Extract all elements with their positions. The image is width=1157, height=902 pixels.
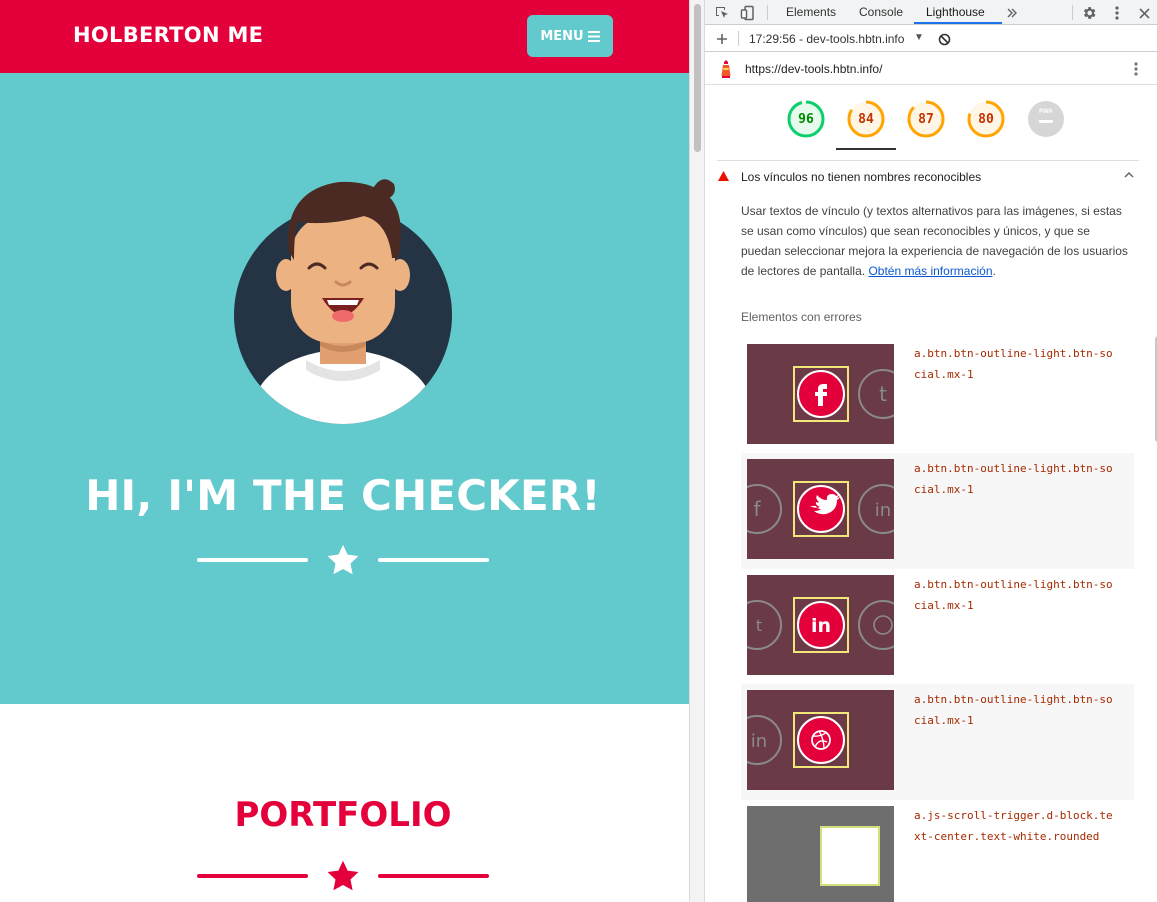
devtools-scrollbar[interactable] <box>1144 86 1157 902</box>
failing-element-row[interactable]: t a.btn.btn-outline-light.btn-social.mx-… <box>741 338 1134 454</box>
star-icon <box>327 544 359 575</box>
element-screenshot: t <box>747 344 894 444</box>
portfolio-heading: PORTFOLIO <box>234 795 452 835</box>
score-gauge-best-practices[interactable]: 87 <box>907 100 945 138</box>
device-toolbar-icon[interactable] <box>739 4 757 22</box>
svg-text:in: in <box>751 731 767 752</box>
score-gauge-pwa[interactable]: PWA <box>1027 100 1065 138</box>
element-selector: a.btn.btn-outline-light.btn-social.mx-1 <box>914 462 1113 496</box>
gear-icon[interactable] <box>1080 4 1098 22</box>
element-screenshot: t in <box>747 575 894 675</box>
hero-divider <box>197 542 489 578</box>
element-selector: a.js-scroll-trigger.d-block.text-center.… <box>914 809 1113 843</box>
pwa-badge-icon <box>1028 101 1064 137</box>
learn-more-link[interactable]: Obtén más información <box>868 264 992 278</box>
navbar: HOLBERTON ME MENU <box>0 0 689 73</box>
element-screenshot: in <box>747 690 894 790</box>
svg-text:in: in <box>811 615 831 637</box>
failing-element-row[interactable]: a.js-scroll-trigger.d-block.text-center.… <box>741 800 1134 902</box>
element-screenshot: f in <box>747 459 894 559</box>
audit-description: Usar textos de vínculo (y textos alterna… <box>741 204 1128 278</box>
svg-text:t: t <box>756 616 762 635</box>
tab-console[interactable]: Console <box>859 5 903 19</box>
audit-link-name: Los vínculos no tienen nombres reconocib… <box>717 160 1139 902</box>
score-gauges: 96 84 87 80 PWA <box>705 86 1157 152</box>
brand-logo[interactable]: HOLBERTON ME <box>73 23 263 47</box>
page-scroll-thumb[interactable] <box>694 4 701 152</box>
menu-button[interactable]: MENU <box>527 15 613 57</box>
dropdown-caret-icon[interactable]: ▼ <box>914 32 924 43</box>
report-url-bar: https://dev-tools.hbtn.info/ <box>705 53 1157 85</box>
gauge-score: 87 <box>918 111 934 127</box>
score-gauge-performance[interactable]: 96 <box>787 100 825 138</box>
kebab-menu-icon[interactable] <box>1108 4 1126 22</box>
tab-elements[interactable]: Elements <box>786 5 836 19</box>
report-url: https://dev-tools.hbtn.info/ <box>745 62 883 76</box>
page-scrollbar[interactable] <box>689 0 705 902</box>
star-icon <box>327 860 359 891</box>
score-gauge-seo[interactable]: 80 <box>967 100 1005 138</box>
devtools-tabbar: Elements Console Lighthouse <box>705 0 1157 25</box>
devtools-panel: Elements Console Lighthouse 17:29:56 - d… <box>705 0 1157 902</box>
element-selector: a.btn.btn-outline-light.btn-social.mx-1 <box>914 693 1113 727</box>
svg-text:in: in <box>875 500 891 521</box>
tab-lighthouse[interactable]: Lighthouse <box>926 5 985 19</box>
plus-icon[interactable] <box>713 30 731 48</box>
close-icon[interactable] <box>1135 4 1153 22</box>
failing-element-row[interactable]: f in a.btn.btn-outline-light.btn-social.… <box>741 453 1134 569</box>
failing-element-row[interactable]: t in a.btn.btn-outline-light.btn-social.… <box>741 569 1134 685</box>
website-viewport: HOLBERTON ME MENU HI, I'M THE CHECKER! P… <box>0 0 689 902</box>
lighthouse-toolbar: 17:29:56 - dev-tools.hbtn.info ▼ <box>705 26 1157 52</box>
avatar-illustration <box>234 179 452 424</box>
svg-text:t: t <box>879 382 887 406</box>
gauge-score: 96 <box>798 111 814 127</box>
element-selector: a.btn.btn-outline-light.btn-social.mx-1 <box>914 578 1113 612</box>
element-screenshot <box>747 806 894 902</box>
pwa-label: PWA <box>1039 109 1053 115</box>
audit-header[interactable]: Los vínculos no tienen nombres reconocib… <box>717 161 1139 192</box>
clear-block-icon[interactable] <box>935 30 953 48</box>
gauge-score: 84 <box>858 111 874 127</box>
failing-elements-label: Elementos con errores <box>741 310 862 324</box>
audit-title: Los vínculos no tienen nombres reconocib… <box>741 170 982 184</box>
gauge-score: 80 <box>978 111 994 127</box>
lighthouse-icon <box>721 60 731 78</box>
chevron-up-icon[interactable] <box>1123 169 1135 181</box>
warning-triangle-icon <box>718 171 729 181</box>
active-tab-indicator <box>914 22 1002 24</box>
kebab-menu-icon[interactable] <box>1134 62 1138 76</box>
hero-title: HI, I'M THE CHECKER! <box>85 471 601 520</box>
svg-text:f: f <box>753 497 761 521</box>
element-selector: a.btn.btn-outline-light.btn-social.mx-1 <box>914 347 1113 381</box>
portfolio-divider <box>197 858 489 894</box>
report-selector[interactable]: 17:29:56 - dev-tools.hbtn.info <box>749 32 904 46</box>
hamburger-icon <box>587 30 600 42</box>
more-tabs-icon[interactable] <box>1003 4 1021 22</box>
score-gauge-accessibility[interactable]: 84 <box>847 100 885 138</box>
menu-label: MENU <box>540 28 584 44</box>
failing-element-row[interactable]: in a.btn.btn-outline-light.btn-social.mx… <box>741 684 1134 800</box>
selected-category-indicator <box>836 148 896 150</box>
inspect-element-icon[interactable] <box>713 4 731 22</box>
